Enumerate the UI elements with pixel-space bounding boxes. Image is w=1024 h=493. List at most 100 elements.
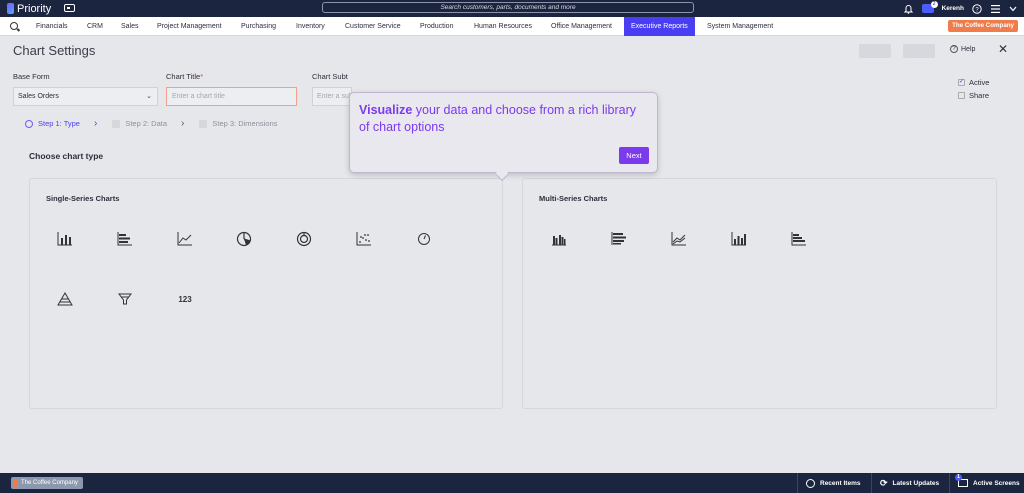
menu-item-sales[interactable]: Sales [121,17,139,36]
unchecked-box-icon [958,92,965,99]
funnel-chart-icon[interactable] [105,279,145,319]
close-icon[interactable]: ✕ [998,42,1008,56]
step-active-icon [25,119,33,128]
choose-chart-type-heading: Choose chart type [29,151,104,161]
help-icon: ? [950,45,958,53]
latest-updates-label: Latest Updates [892,479,940,487]
bell-icon[interactable] [904,4,914,14]
multi-line-chart-icon[interactable] [659,219,699,259]
company-flag-icon [14,479,18,487]
user-avatar-icon[interactable]: 2 [921,1,938,13]
scatter-chart-icon[interactable] [344,219,384,259]
popover-message: Visualize your data and choose from a ri… [359,102,649,136]
main-menu-bar: Financials CRM Sales Project Management … [0,17,1024,36]
menu-item-human-resources[interactable]: Human Resources [474,17,532,36]
wizard-steps: Step 1: Type › Step 2: Data › Step 3: Di… [25,118,277,129]
search-icon[interactable] [10,22,18,30]
donut-chart-icon[interactable] [284,219,324,259]
run-button[interactable] [903,44,935,58]
help-label: Help [961,45,976,53]
stacked-bar-chart-icon[interactable] [719,219,759,259]
stacked-horizontal-bar-chart-icon[interactable] [599,219,639,259]
menu-item-project-management[interactable]: Project Management [157,17,222,36]
number-chart-icon[interactable]: 123 [165,279,205,319]
app-name: Priority [17,2,52,15]
popover-next-button[interactable]: Next [619,147,649,164]
latest-updates-button[interactable]: ⟳ Latest Updates [871,473,949,493]
onboarding-popover: Visualize your data and choose from a ri… [349,92,658,182]
chevron-right-icon: › [93,118,98,129]
menu-item-executive-reports[interactable]: Executive Reports [624,17,695,36]
step-type[interactable]: Step 1: Type [25,119,80,128]
app-logo[interactable]: Priority [7,2,51,15]
save-button[interactable] [859,44,891,58]
single-series-title: Single-Series Charts [46,194,120,203]
step-dimensions[interactable]: Step 3: Dimensions [199,119,277,128]
bar-chart-icon[interactable] [45,219,85,259]
active-screens-label: Active Screens [973,479,1020,487]
multi-series-panel: Multi-Series Charts [522,178,997,409]
chart-title-label: Chart Title* [166,72,203,81]
bottom-bar: The Coffee Company Recent Items ⟳ Latest… [0,473,1024,493]
menu-item-financials[interactable]: Financials [36,17,68,36]
chart-subtitle-input[interactable]: Enter a sub [312,87,352,106]
active-screens-button[interactable]: 1 Active Screens [949,473,1024,493]
gauge-chart-icon[interactable] [404,219,444,259]
step-pending-icon [112,119,121,128]
multi-series-title: Multi-Series Charts [539,194,608,203]
page-title: Chart Settings [13,43,96,58]
chevron-right-icon: › [181,118,185,129]
top-right-controls: 2 Kerenh ? [904,0,1018,17]
company-chip-label: The Coffee Company [21,480,78,486]
pyramid-chart-icon[interactable] [45,279,85,319]
company-chip[interactable]: The Coffee Company [11,477,83,489]
recent-items-button[interactable]: Recent Items [797,473,871,493]
menu-item-customer-service[interactable]: Customer Service [345,17,401,36]
menu-item-production[interactable]: Production [420,17,453,36]
required-asterisk: * [200,72,204,81]
chevron-down-icon[interactable] [1008,4,1018,14]
company-badge[interactable]: The Coffee Company [948,20,1018,32]
active-label: Active [969,78,990,87]
checkmark-icon: ✓ [958,79,965,86]
menu-item-office-management[interactable]: Office Management [551,17,612,36]
chart-settings-page: Chart Settings ? Help ✕ Base Form Sales … [0,36,1024,473]
base-form-label: Base Form [13,72,50,81]
refresh-icon: ⟳ [880,477,888,488]
grouped-bar-chart-icon[interactable] [539,219,579,259]
help-button[interactable]: ? Help [950,45,975,53]
step-pending-icon [199,119,208,128]
base-form-select[interactable]: Sales Orders ⌄ [13,87,158,106]
hamburger-menu-icon[interactable] [990,4,1000,14]
menu-item-purchasing[interactable]: Purchasing [241,17,276,36]
id-card-icon[interactable] [64,4,75,12]
help-circle-icon[interactable]: ? [972,3,982,14]
line-chart-icon[interactable] [165,219,205,259]
menu-item-crm[interactable]: CRM [87,17,103,36]
chart-title-input[interactable]: Enter a chart title [166,87,297,106]
clock-icon [806,478,815,488]
active-checkbox[interactable]: ✓ Active [958,78,989,87]
chart-subtitle-label: Chart Subt [312,72,348,81]
share-label: Share [969,91,990,100]
chart-title-label-text: Chart Title [166,72,201,81]
global-search-input[interactable]: Search customers, parts, documents and m… [322,2,694,13]
recent-items-label: Recent Items [820,479,861,487]
menu-item-system-management[interactable]: System Management [707,17,773,36]
user-badge-count: 2 [930,1,938,8]
horizontal-bar-chart-icon[interactable] [105,219,145,259]
popover-highlight: Visualize [359,103,413,117]
menu-item-inventory[interactable]: Inventory [296,17,325,36]
screens-badge: 1 [955,474,962,481]
top-bar: Priority Search customers, parts, docume… [0,0,1024,17]
single-series-panel: Single-Series Charts 123 [29,178,503,409]
base-form-value: Sales Orders [18,93,59,100]
chevron-down-icon: ⌄ [146,93,152,100]
share-checkbox[interactable]: Share [958,91,989,100]
username[interactable]: Kerenh [942,5,964,12]
grouped-horizontal-bar-chart-icon[interactable] [779,219,819,259]
step-type-label: Step 1: Type [38,119,80,128]
step-data[interactable]: Step 2: Data [112,119,167,128]
pie-chart-icon[interactable] [224,219,264,259]
screens-icon: 1 [955,474,968,487]
